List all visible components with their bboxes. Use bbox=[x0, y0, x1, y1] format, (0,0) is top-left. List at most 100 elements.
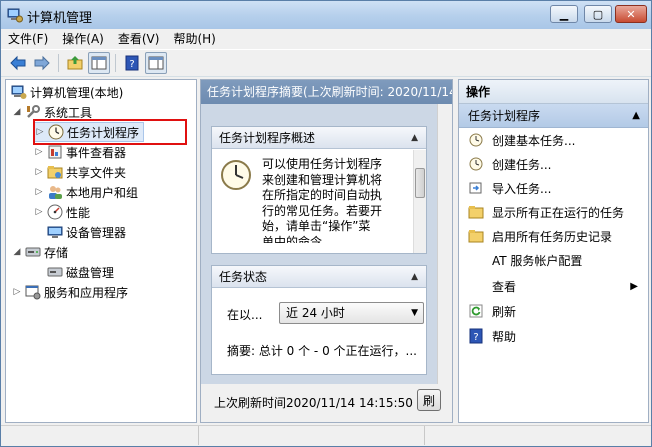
action-create-task[interactable]: 创建任务... bbox=[459, 152, 648, 176]
event-viewer-icon bbox=[48, 145, 62, 159]
tree-item-label: 本地用户和组 bbox=[66, 185, 139, 200]
action-refresh[interactable]: 刷新 bbox=[459, 299, 648, 323]
show-hide-tree-button[interactable] bbox=[88, 52, 110, 74]
overview-section-header[interactable]: 任务计划程序概述 ▲ bbox=[212, 127, 426, 149]
show-hide-action-pane-button[interactable] bbox=[145, 52, 167, 74]
local-users-icon bbox=[49, 186, 62, 199]
action-label: 创建任务... bbox=[492, 157, 552, 172]
overview-section-title: 任务计划程序概述 bbox=[219, 131, 316, 145]
refresh-button[interactable]: 刷 bbox=[417, 389, 441, 411]
action-view-submenu[interactable]: 查看 ▶ bbox=[459, 274, 648, 298]
status-cell bbox=[199, 426, 425, 445]
computer-management-app-icon bbox=[7, 8, 23, 23]
action-show-running-tasks[interactable]: 显示所有正在运行的任务 bbox=[459, 200, 648, 224]
toolbar-separator bbox=[58, 54, 59, 72]
action-group-task-scheduler[interactable]: 任务计划程序 ▲ bbox=[459, 104, 648, 128]
action-help[interactable]: ? 帮助 bbox=[459, 324, 648, 348]
action-label: 显示所有正在运行的任务 bbox=[492, 205, 625, 220]
maximize-button[interactable]: ▢ bbox=[584, 5, 612, 23]
minimize-icon: ▁ bbox=[559, 7, 569, 21]
computer-management-window: 计算机管理 ▁ ▢ ✕ 文件(F) 操作(A) 查看(V) 帮助(H) ? 计算… bbox=[0, 0, 652, 447]
summary-footer: 上次刷新时间2020/11/14 14:15:50 刷 bbox=[201, 384, 452, 422]
collapse-section-icon[interactable]: ▲ bbox=[411, 127, 418, 149]
back-button[interactable] bbox=[7, 52, 29, 74]
action-at-service-account[interactable]: AT 服务帐户配置 bbox=[459, 248, 648, 272]
tree-item-event-viewer[interactable]: ▷ 事件查看器 bbox=[34, 142, 126, 162]
task-scheduler-large-icon bbox=[221, 160, 251, 190]
tree-item-label: 计算机管理(本地) bbox=[30, 85, 124, 100]
help-book-icon: ? bbox=[125, 55, 139, 71]
tree-item-label: 系统工具 bbox=[44, 105, 93, 120]
device-manager-icon bbox=[47, 226, 63, 238]
status-cell bbox=[1, 426, 199, 445]
console-tree-icon bbox=[91, 56, 107, 70]
tree-item-local-users-groups[interactable]: ▷ 本地用户和组 bbox=[34, 182, 138, 202]
expand-arrow-icon[interactable]: ▷ bbox=[34, 147, 44, 157]
computer-management-icon bbox=[11, 85, 27, 99]
storage-icon bbox=[25, 247, 41, 257]
overview-scroll-thumb[interactable] bbox=[415, 168, 425, 198]
close-button[interactable]: ✕ bbox=[615, 5, 647, 23]
tree-item-device-manager[interactable]: 设备管理器 bbox=[44, 222, 126, 242]
action-enable-task-history[interactable]: 启用所有任务历史记录 bbox=[459, 224, 648, 248]
folder-up-icon bbox=[67, 56, 83, 70]
performance-icon bbox=[47, 204, 63, 220]
collapse-arrow-icon[interactable]: ◢ bbox=[12, 247, 22, 257]
task-summary-text: 摘要: 总计 0 个 - 0 个正在运行，... bbox=[227, 344, 417, 358]
action-import-task[interactable]: 导入任务... bbox=[459, 176, 648, 200]
menu-file[interactable]: 文件(F) bbox=[1, 29, 55, 49]
time-range-select[interactable]: 近 24 小时 ▼ bbox=[279, 302, 424, 324]
overview-line: 来创建和管理计算机将 bbox=[262, 172, 383, 187]
action-group-label: 任务计划程序 bbox=[468, 109, 541, 123]
collapse-section-icon[interactable]: ▲ bbox=[411, 266, 418, 288]
status-cell bbox=[425, 426, 651, 445]
task-status-section-header[interactable]: 任务状态 ▲ bbox=[212, 266, 426, 288]
action-label: 启用所有任务历史记录 bbox=[492, 229, 613, 244]
action-create-basic-task[interactable]: 创建基本任务... bbox=[459, 128, 648, 152]
highlight-annotation-box bbox=[33, 119, 187, 145]
expand-arrow-icon[interactable]: ▷ bbox=[34, 207, 44, 217]
system-tools-icon bbox=[27, 105, 40, 118]
collapse-group-icon[interactable]: ▲ bbox=[632, 104, 640, 128]
tree-item-shared-folders[interactable]: ▷ 共享文件夹 bbox=[34, 162, 126, 182]
menu-action[interactable]: 操作(A) bbox=[55, 29, 111, 49]
summary-scrollbar[interactable] bbox=[437, 104, 452, 384]
tree-item-services-applications[interactable]: ▷ 服务和应用程序 bbox=[12, 282, 128, 302]
action-pane: 操作 任务计划程序 ▲ 创建基本任务... 创建任务... 导入任务... 显示… bbox=[458, 79, 649, 423]
tree-item-label: 性能 bbox=[66, 205, 91, 220]
tree-item-label: 服务和应用程序 bbox=[44, 285, 129, 300]
forward-arrow-icon bbox=[34, 55, 50, 71]
overview-section: 任务计划程序概述 ▲ 可以使用任务计划程序 来创建和管理计算机将 在所指定的时间… bbox=[211, 126, 427, 254]
tree-item-label: 磁盘管理 bbox=[66, 265, 115, 280]
help-toolbar-button[interactable]: ? bbox=[121, 52, 143, 74]
refresh-icon bbox=[469, 304, 483, 318]
expand-arrow-icon[interactable]: ▷ bbox=[34, 167, 44, 177]
summary-body: 任务计划程序概述 ▲ 可以使用任务计划程序 来创建和管理计算机将 在所指定的时间… bbox=[201, 104, 452, 384]
action-label: 创建基本任务... bbox=[492, 133, 576, 148]
tree-item-label: 设备管理器 bbox=[66, 225, 127, 240]
submenu-arrow-icon: ▶ bbox=[630, 280, 638, 292]
status-bar bbox=[1, 425, 651, 446]
action-pane-icon bbox=[148, 56, 164, 70]
overview-scrollbar[interactable] bbox=[413, 150, 426, 253]
expand-arrow-icon[interactable]: ▷ bbox=[34, 187, 44, 197]
overview-line: 可以使用任务计划程序 bbox=[262, 157, 383, 171]
tree-item-storage[interactable]: ◢ 存储 bbox=[12, 242, 68, 262]
menu-view[interactable]: 查看(V) bbox=[111, 29, 167, 49]
summary-header: 任务计划程序摘要(上次刷新时间: 2020/11/14 bbox=[201, 80, 452, 104]
window-title: 计算机管理 bbox=[27, 11, 93, 26]
tree-item-performance[interactable]: ▷ 性能 bbox=[34, 202, 90, 222]
action-pane-title: 操作 bbox=[459, 80, 648, 104]
dropdown-arrow-icon: ▼ bbox=[411, 308, 418, 318]
forward-button[interactable] bbox=[31, 52, 53, 74]
tree-item-computer-management[interactable]: 计算机管理(本地) bbox=[8, 82, 123, 102]
up-level-button[interactable] bbox=[64, 52, 86, 74]
menu-help[interactable]: 帮助(H) bbox=[166, 29, 222, 49]
help-icon: ? bbox=[469, 328, 483, 344]
minimize-button[interactable]: ▁ bbox=[550, 5, 578, 23]
tree-item-disk-management[interactable]: 磁盘管理 bbox=[44, 262, 114, 282]
overview-line: 单中的命令。 bbox=[262, 234, 335, 243]
create-task-icon bbox=[469, 157, 483, 171]
expand-arrow-icon[interactable]: ▷ bbox=[12, 287, 22, 297]
collapse-arrow-icon[interactable]: ◢ bbox=[12, 107, 22, 117]
